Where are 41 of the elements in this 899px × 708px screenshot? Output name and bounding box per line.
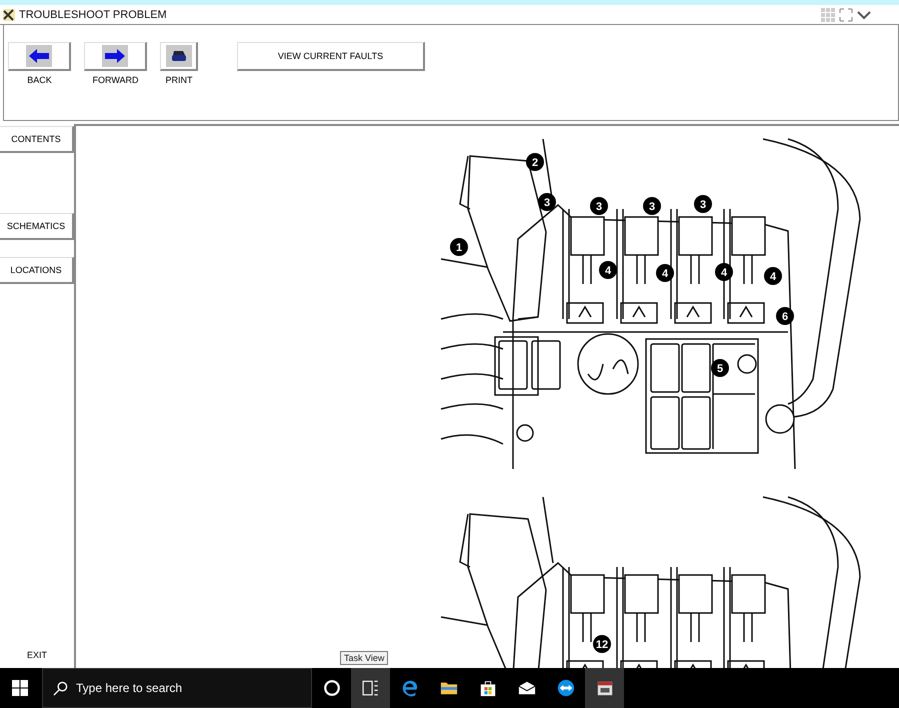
toolbar-button[interactable]: [84, 42, 147, 71]
task-view-icon: [362, 679, 380, 697]
taskbar-search-field[interactable]: Type here to search: [42, 668, 312, 708]
callout-marker: 4: [764, 267, 782, 285]
task-view-button[interactable]: [351, 668, 390, 708]
window-title: TROUBLESHOOT PROBLEM: [19, 8, 167, 20]
button-label: PRINT: [166, 75, 192, 85]
callout-marker: 3: [590, 197, 608, 215]
callout-marker: 12: [593, 635, 611, 653]
sidebar-button[interactable]: SCHEMATICS: [0, 213, 74, 240]
button-label: FORWARD: [92, 75, 138, 85]
remote-arrows-icon[interactable]: [556, 679, 574, 697]
tools-icon: [3, 8, 15, 20]
arrow-right-icon: [102, 45, 128, 67]
envelope-icon[interactable]: [518, 679, 536, 697]
sidebar-button[interactable]: CONTENTS: [0, 126, 74, 153]
search-icon: [53, 680, 68, 696]
sidebar-button[interactable]: LOCATIONS: [0, 257, 74, 284]
arrow-left-icon: [26, 45, 52, 67]
shopping-bag-icon[interactable]: [478, 679, 496, 697]
printer-icon: [166, 45, 192, 67]
callout-marker: 5: [711, 359, 729, 377]
circle-icon[interactable]: [322, 679, 340, 697]
view-faults-button[interactable]: VIEW CURRENT FAULTS: [237, 42, 425, 71]
callout-marker: 4: [656, 264, 674, 282]
callout-marker: 3: [643, 197, 661, 215]
toolbar-button[interactable]: [8, 42, 71, 71]
browser-e-icon[interactable]: [400, 679, 418, 697]
callout-marker: 4: [715, 263, 733, 281]
expand-icon[interactable]: [839, 8, 853, 22]
callout-marker: 2: [526, 153, 544, 171]
tooltip: Task View: [340, 651, 388, 665]
windows-logo-icon[interactable]: [12, 680, 28, 696]
app-tile-icon[interactable]: [596, 679, 614, 697]
callout-marker: 3: [694, 195, 712, 213]
callout-marker: 3: [538, 193, 556, 211]
callout-marker: 1: [450, 238, 468, 256]
button-label: BACK: [27, 75, 52, 85]
toolbar-button[interactable]: [160, 42, 198, 71]
callout-marker: 6: [776, 307, 794, 325]
callout-marker: 4: [599, 261, 617, 279]
